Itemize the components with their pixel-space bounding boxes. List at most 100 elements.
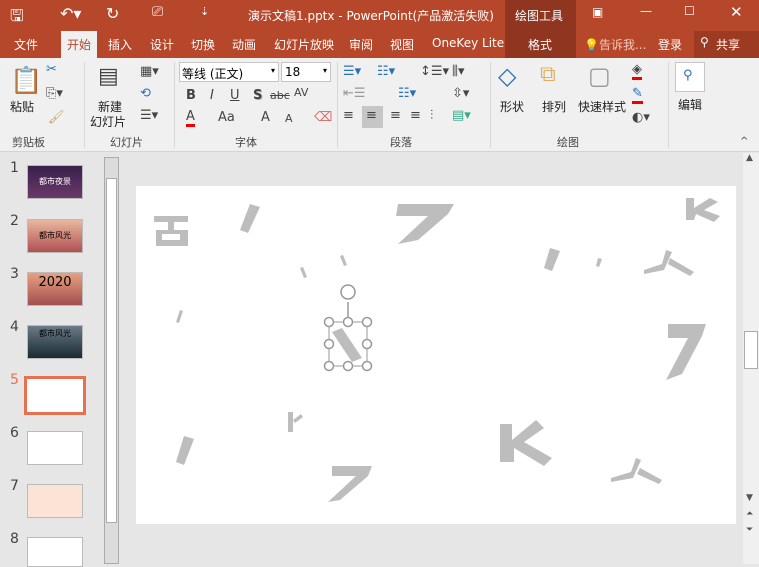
- layout-icon[interactable]: ▦▾: [140, 64, 159, 79]
- tell-me-input[interactable]: 💡告诉我...: [584, 36, 646, 53]
- find-button[interactable]: ⚲: [675, 62, 705, 92]
- tab-home[interactable]: 开始: [61, 31, 98, 58]
- font-name-select[interactable]: 等线 (正文) ▾: [179, 62, 279, 82]
- maximize-icon[interactable]: ☐: [684, 4, 695, 18]
- shadow-button[interactable]: S: [253, 88, 262, 103]
- quick-styles-button[interactable]: 快速样式: [578, 98, 626, 115]
- tab-review[interactable]: 审阅: [349, 36, 373, 53]
- bullets-icon[interactable]: ☰▾: [343, 64, 361, 79]
- clear-format-icon[interactable]: ⌫: [314, 110, 332, 125]
- tab-onekey[interactable]: OneKey Lite: [432, 36, 504, 50]
- char-spacing-button[interactable]: AV: [294, 86, 308, 99]
- scroll-down-icon[interactable]: ▼: [746, 493, 753, 503]
- section-icon[interactable]: ☰▾: [140, 108, 158, 123]
- editing-button[interactable]: 编辑: [678, 96, 702, 113]
- shape-outline-icon[interactable]: ✎: [632, 86, 643, 104]
- slide-thumb-8[interactable]: [27, 537, 83, 567]
- slide-thumb-5[interactable]: [24, 376, 86, 415]
- font-color-button[interactable]: A: [186, 110, 195, 127]
- redo-icon[interactable]: ↻: [106, 4, 119, 23]
- login-button[interactable]: 登录: [658, 36, 682, 53]
- numbering-icon[interactable]: ☷▾: [377, 64, 395, 79]
- underline-button[interactable]: U: [230, 88, 240, 103]
- text-direction-icon[interactable]: ⫼▾: [452, 64, 465, 79]
- line-spacing-icon[interactable]: ↕☰▾: [420, 64, 449, 79]
- present-icon[interactable]: ⎚: [152, 4, 163, 20]
- font-size-select[interactable]: 18 ▾: [281, 62, 331, 82]
- collapse-ribbon-icon[interactable]: ^: [740, 136, 748, 147]
- strikethrough-button[interactable]: abc: [270, 89, 290, 102]
- prev-slide-icon[interactable]: ⏶: [746, 509, 753, 519]
- slide-number: 1: [10, 160, 19, 176]
- tab-transitions[interactable]: 切换: [191, 36, 215, 53]
- editor-scroll-thumb[interactable]: [744, 331, 758, 369]
- shapes-button[interactable]: 形状: [500, 98, 524, 115]
- slide-number: 2: [10, 213, 19, 229]
- columns-icon[interactable]: ☷▾: [398, 86, 416, 101]
- tab-insert[interactable]: 插入: [108, 36, 132, 53]
- editor-scrollbar[interactable]: ▲ ▼ ⏶ ⏷: [743, 153, 759, 564]
- arrange-icon[interactable]: ⧉: [540, 62, 556, 87]
- italic-button[interactable]: I: [210, 88, 214, 103]
- quick-styles-icon[interactable]: ▢: [588, 62, 611, 90]
- slide-thumb-1[interactable]: 都市夜景: [27, 165, 83, 199]
- shape-fill-icon[interactable]: ◈: [632, 62, 642, 80]
- arrange-button[interactable]: 排列: [542, 98, 566, 115]
- slide-number: 4: [10, 319, 19, 335]
- tab-slideshow[interactable]: 幻灯片放映: [274, 36, 334, 53]
- slide-thumb-6[interactable]: [27, 431, 83, 465]
- smartart-icon[interactable]: ▤▾: [452, 108, 471, 123]
- group-clipboard-label: 剪贴板: [12, 136, 45, 149]
- bold-button[interactable]: B: [186, 88, 196, 103]
- slide-thumb-2[interactable]: 都市风光: [27, 219, 83, 253]
- slide-thumb-3[interactable]: 2020: [27, 272, 83, 306]
- slide-thumb-4[interactable]: 都市风光: [27, 325, 83, 359]
- tell-me-label: 告诉我...: [598, 38, 647, 52]
- thumbnails-scrollbar[interactable]: [104, 157, 119, 564]
- tab-animations[interactable]: 动画: [232, 36, 256, 53]
- slide-canvas[interactable]: [136, 186, 736, 524]
- save-icon[interactable]: 🖫: [10, 5, 24, 32]
- close-icon[interactable]: ✕: [730, 3, 743, 21]
- align-center-icon: ≡: [366, 108, 377, 123]
- ribbon-display-icon[interactable]: ▣: [592, 5, 603, 19]
- minimize-icon[interactable]: —: [640, 4, 652, 18]
- thumb-text: 2020: [38, 275, 72, 290]
- distributed-icon[interactable]: ⫶: [430, 108, 433, 123]
- decrease-indent-icon[interactable]: ⇤☰: [343, 86, 366, 101]
- justify-icon[interactable]: ≡: [410, 108, 421, 123]
- scroll-up-icon[interactable]: ▲: [746, 153, 753, 163]
- tab-design[interactable]: 设计: [150, 36, 174, 53]
- new-slide-label-2[interactable]: 幻灯片: [90, 113, 126, 130]
- change-case-button[interactable]: Aa: [218, 110, 235, 125]
- thumbnails-scroll-thumb[interactable]: [106, 178, 117, 523]
- copy-icon[interactable]: ⎘▾: [46, 86, 63, 101]
- title-bar: 🖫 ↶▾ ↻ ⎚ ⇣ 演示文稿1.pptx - PowerPoint(产品激活失…: [0, 0, 759, 31]
- slide-thumb-7[interactable]: [27, 484, 83, 518]
- customize-qat-icon[interactable]: ⇣: [200, 5, 209, 18]
- align-right-icon[interactable]: ≡: [390, 108, 401, 123]
- format-painter-icon[interactable]: 🖌: [48, 110, 65, 125]
- new-slide-icon[interactable]: ▤: [98, 64, 119, 89]
- reset-icon[interactable]: ⟲: [140, 86, 151, 101]
- shapes-icon[interactable]: ◇: [498, 62, 516, 90]
- align-center-button[interactable]: ≡: [362, 106, 383, 128]
- tab-file[interactable]: 文件: [14, 36, 38, 53]
- tab-format[interactable]: 格式: [528, 36, 552, 53]
- paste-button[interactable]: 粘贴: [10, 98, 34, 115]
- tab-view[interactable]: 视图: [390, 36, 414, 53]
- grow-font-button[interactable]: A: [261, 110, 270, 125]
- share-button[interactable]: ⚲ 共享: [694, 31, 759, 58]
- shrink-font-button[interactable]: A: [285, 112, 293, 125]
- next-slide-icon[interactable]: ⏷: [746, 525, 753, 535]
- align-text-icon[interactable]: ⇳▾: [452, 86, 469, 101]
- undo-icon[interactable]: ↶▾: [60, 4, 81, 23]
- search-icon: ⚲: [683, 68, 693, 83]
- shape-effects-icon[interactable]: ◐▾: [632, 110, 650, 125]
- align-left-icon[interactable]: ≡: [343, 108, 354, 123]
- cut-icon[interactable]: ✂: [46, 62, 57, 77]
- font-name-value: 等线 (正文): [182, 67, 244, 81]
- group-drawing-label: 绘图: [557, 136, 579, 149]
- paste-icon[interactable]: 📋: [10, 66, 42, 96]
- thumb-text: 都市夜景: [39, 177, 71, 186]
